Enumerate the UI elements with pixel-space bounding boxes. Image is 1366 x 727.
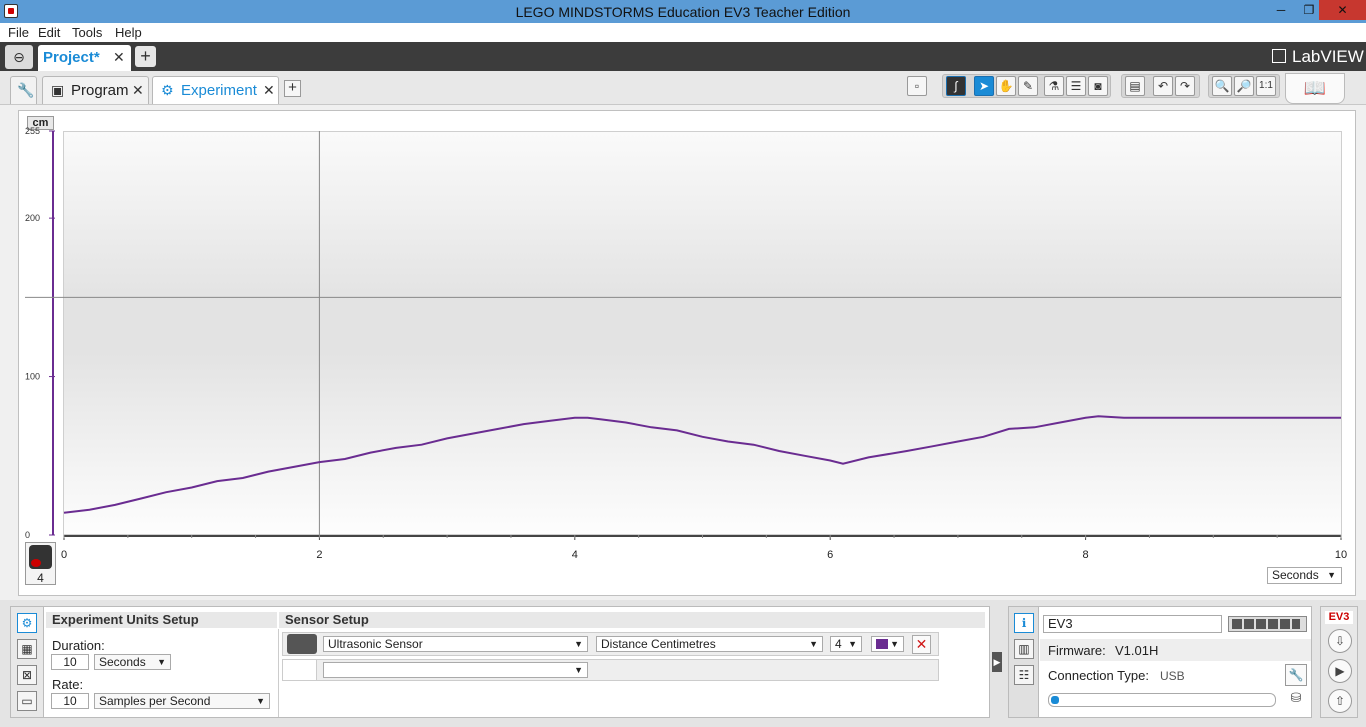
brick-name-input[interactable]: EV3 (1043, 615, 1222, 633)
duration-unit-dropdown[interactable]: Seconds ▼ (94, 654, 171, 670)
sensor-port-label: 4 (37, 571, 44, 585)
ev3-logo: EV3 (1325, 611, 1353, 624)
x-tick-label: 4 (572, 549, 578, 561)
y-tick-label: 255 (25, 126, 40, 136)
units-setup-header: Experiment Units Setup (46, 612, 277, 628)
firmware-row: Firmware: V1.01H (1040, 639, 1311, 661)
sensor-port-value: 4 (835, 637, 842, 651)
memory-icon[interactable]: ⛁ (1285, 690, 1307, 710)
brick-info-icon[interactable]: ℹ (1014, 613, 1034, 633)
chevron-down-icon: ▼ (574, 665, 583, 675)
available-bricks-icon[interactable]: ☷ (1014, 665, 1034, 685)
sensor-thumbnail[interactable]: 4 (25, 542, 56, 585)
empty-sensor-dropdown[interactable]: ▼ (323, 662, 588, 678)
settings-gear-icon[interactable]: ⚙ (17, 613, 37, 633)
battery-level (1232, 619, 1300, 629)
x-tick-label: 8 (1083, 549, 1089, 561)
panel-toggle-arrow-icon[interactable]: ▶ (992, 652, 1002, 672)
firmware-value: V1.01H (1115, 643, 1159, 658)
x-tick-label: 10 (1335, 549, 1347, 561)
chevron-down-icon: ▼ (574, 639, 583, 649)
upload-icon[interactable]: ⇧ (1328, 689, 1352, 713)
remove-sensor-icon[interactable]: ✕ (912, 635, 931, 654)
chevron-down-icon: ▼ (890, 639, 899, 649)
data-series-line (63, 415, 1341, 514)
duration-input[interactable]: 10 (51, 654, 89, 670)
connection-type-label: Connection Type: (1048, 668, 1149, 683)
x-tick-label: 0 (61, 549, 67, 561)
empty-sensor-slot[interactable] (283, 660, 317, 680)
chart-canvas: 0 100 200 255 0 2 4 6 8 10 (25, 126, 1347, 561)
sensor-mode-value: Distance Centimetres (601, 637, 716, 651)
memory-bar-fill (1051, 696, 1059, 704)
rate-label: Rate: (52, 677, 84, 692)
y-tick-label: 100 (25, 372, 40, 382)
sensor-port-dropdown[interactable]: 4 ▼ (830, 636, 862, 652)
chevron-down-icon: ▼ (1327, 570, 1336, 580)
connection-type-value: USB (1160, 669, 1185, 683)
wrench-icon[interactable]: 🔧 (1285, 664, 1307, 686)
chevron-down-icon: ▼ (256, 696, 265, 706)
duration-unit-value: Seconds (99, 655, 146, 669)
hardware-page: ℹ ▥ ☷ EV3 Firmware: V1.01H Connection Ty… (1008, 606, 1312, 718)
rate-unit-value: Samples per Second (99, 694, 211, 708)
data-log-icon[interactable]: ▭ (17, 691, 37, 711)
sensor-type-dropdown[interactable]: Ultrasonic Sensor ▼ (323, 636, 588, 652)
chevron-down-icon: ▼ (848, 639, 857, 649)
x-unit-value: Seconds (1272, 568, 1319, 582)
x-unit-dropdown[interactable]: Seconds ▼ (1267, 567, 1342, 584)
experiment-setup-panel: ⚙ ▦ ⊠ ▭ Experiment Units Setup Sensor Se… (10, 606, 990, 718)
sensor-mode-dropdown[interactable]: Distance Centimetres ▼ (596, 636, 823, 652)
download-icon[interactable]: ⇩ (1328, 629, 1352, 653)
duration-label: Duration: (52, 638, 105, 653)
graph-program-icon[interactable]: ⊠ (17, 665, 37, 685)
rate-input[interactable]: 10 (51, 693, 89, 709)
ultrasonic-sensor-icon[interactable] (287, 634, 317, 654)
rate-unit-dropdown[interactable]: Samples per Second ▼ (94, 693, 270, 709)
chevron-down-icon: ▼ (157, 657, 166, 667)
x-tick-label: 2 (316, 549, 322, 561)
y-tick-label: 0 (25, 530, 30, 540)
sensor-color-dropdown[interactable]: ▼ (871, 636, 904, 652)
x-tick-label: 6 (827, 549, 833, 561)
bottom-panel: ⚙ ▦ ⊠ ▭ Experiment Units Setup Sensor Se… (0, 600, 1366, 727)
setup-sidebar: ⚙ ▦ ⊠ ▭ (11, 607, 44, 717)
sensor-setup-header: Sensor Setup (279, 612, 985, 628)
run-icon[interactable]: ▶ (1328, 659, 1352, 683)
ultrasonic-sensor-icon (29, 545, 52, 569)
hardware-sidebar: ℹ ▥ ☷ (1009, 607, 1039, 717)
firmware-label: Firmware: (1048, 643, 1106, 658)
color-swatch (876, 639, 888, 649)
y-tick-label: 200 (25, 213, 40, 223)
battery-indicator (1228, 616, 1307, 632)
sensor-type-value: Ultrasonic Sensor (328, 637, 423, 651)
memory-bar (1048, 693, 1276, 707)
brick-controls: EV3 ⇩ ▶ ⇧ (1320, 606, 1358, 718)
section-divider (278, 629, 279, 717)
grid-icon[interactable]: ▦ (17, 639, 37, 659)
chevron-down-icon: ▼ (809, 639, 818, 649)
port-view-icon[interactable]: ▥ (1014, 639, 1034, 659)
